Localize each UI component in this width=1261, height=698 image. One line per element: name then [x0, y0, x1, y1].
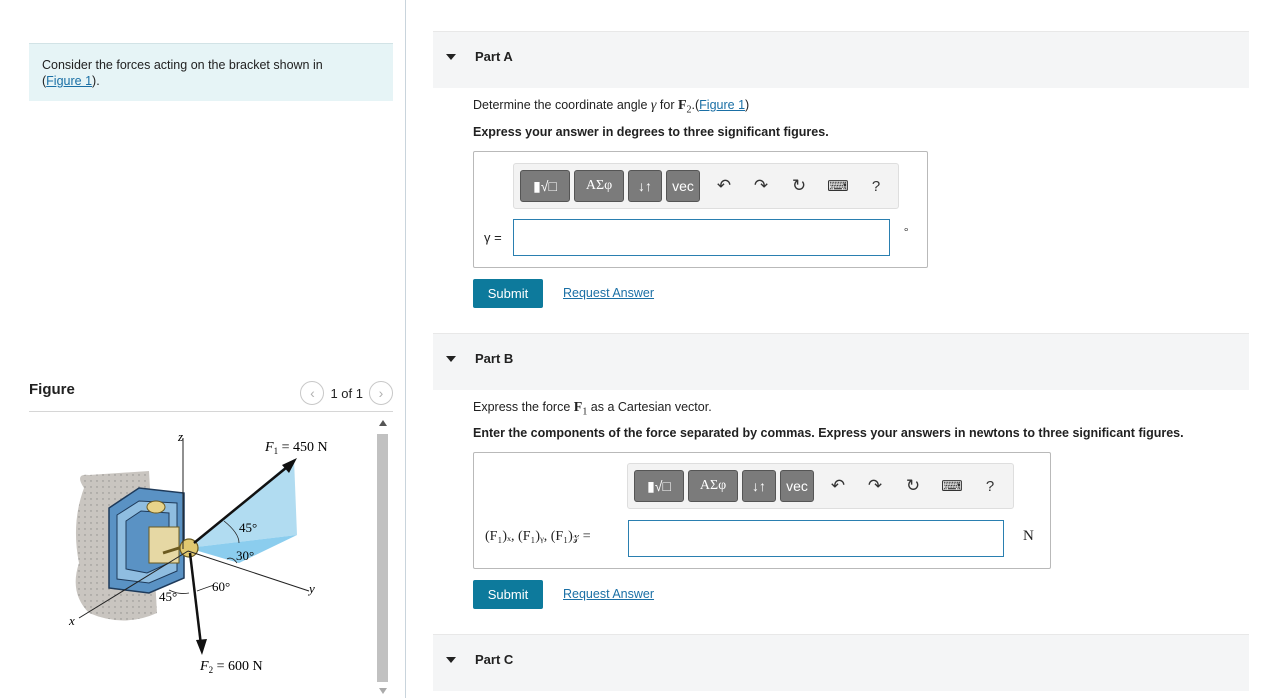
greek-icon: ΑΣφ [699, 478, 727, 493]
vec-icon: vec [672, 178, 694, 194]
angle-45-bottom-label: 45° [159, 589, 177, 604]
scroll-up-icon[interactable] [379, 420, 387, 426]
context-text: Consider the forces acting on the bracke… [42, 58, 323, 72]
collapse-triangle-icon[interactable] [446, 54, 456, 60]
part-b-question-post: as a Cartesian vector. [587, 400, 712, 414]
greek-icon: ΑΣφ [585, 178, 613, 193]
part-b-question-text: Express the force [473, 400, 574, 414]
chevron-left-icon: ‹ [310, 385, 315, 401]
keyboard-icon[interactable]: ⌨ [826, 174, 850, 198]
part-a-question-for: for [656, 98, 678, 112]
f2-label: F2 = 600 N [199, 659, 263, 675]
part-a-question: Determine the coordinate angle γ for F2.… [473, 98, 749, 116]
part-b-title: Part B [475, 351, 514, 366]
part-c-title: Part C [475, 652, 514, 667]
part-a-instruction: Express your answer in degrees to three … [473, 125, 829, 139]
figure-link[interactable]: Figure 1 [46, 74, 92, 88]
degree-unit: ° [904, 226, 909, 238]
bracket-diagram: z y x F1 = 450 N F2 = 600 N 45° 30° 60° … [68, 429, 328, 675]
figure-image: z y x F1 = 450 N F2 = 600 N 45° 30° 60° … [29, 413, 391, 698]
figure-header: Figure ‹ 1 of 1 › [29, 378, 393, 412]
vec-button[interactable]: vec [666, 170, 700, 202]
gamma-input-label: γ = [484, 230, 502, 245]
prev-figure-button[interactable]: ‹ [300, 381, 325, 405]
part-a-submit-button[interactable]: Submit [473, 279, 543, 308]
redo-icon[interactable]: ↷ [749, 174, 773, 198]
figure-title: Figure [29, 381, 75, 398]
help-icon[interactable]: ? [978, 474, 1002, 498]
figure-pager-label: 1 of 1 [330, 385, 363, 401]
angle-45-top-label: 45° [239, 520, 257, 535]
reset-icon[interactable]: ↻ [787, 174, 811, 198]
figure-scrollbar[interactable] [376, 416, 389, 698]
greek-button[interactable]: ΑΣφ [688, 470, 738, 502]
part-b-answer-box: ▮√□ ΑΣφ ↓↑ vec ↶ ↷ ↻ ⌨ ? (F₁)ₓ, (F₁)ᵧ, (… [473, 452, 1051, 569]
help-icon[interactable]: ? [864, 174, 888, 198]
problem-context: Consider the forces acting on the bracke… [29, 43, 393, 101]
angle-30-label: 30° [236, 548, 254, 563]
part-a-title: Part A [475, 49, 513, 64]
part-a-math-toolbar: ▮√□ ΑΣφ ↓↑ vec ↶ ↷ ↻ ⌨ ? [513, 163, 899, 209]
arrows-icon: ↓↑ [752, 478, 766, 494]
figure-pager: ‹ 1 of 1 › [300, 381, 393, 405]
f2-vector [188, 552, 203, 646]
part-b-instruction: Enter the components of the force separa… [473, 426, 1184, 440]
angle-60-label: 60° [212, 579, 230, 594]
arrows-button[interactable]: ↓↑ [742, 470, 776, 502]
force-symbol: F [677, 98, 687, 113]
templates-button[interactable]: ▮√□ [634, 470, 684, 502]
x-axis-label: x [68, 613, 75, 628]
next-figure-button[interactable]: › [369, 381, 393, 405]
collapse-triangle-icon[interactable] [446, 356, 456, 362]
collapse-triangle-icon[interactable] [446, 657, 456, 663]
templates-button[interactable]: ▮√□ [520, 170, 570, 202]
part-c-header[interactable]: Part C [433, 634, 1249, 691]
z-axis-label: z [177, 429, 183, 444]
context-link-close: ). [92, 74, 100, 88]
part-a-link-close: ) [745, 98, 750, 112]
part-a-request-answer-link[interactable]: Request Answer [563, 286, 654, 300]
f1-components-input[interactable] [628, 520, 1004, 557]
part-b-question: Express the force F1 as a Cartesian vect… [473, 400, 712, 418]
undo-icon[interactable]: ↶ [826, 474, 850, 498]
part-a-answer-box: ▮√□ ΑΣφ ↓↑ vec ↶ ↷ ↻ ⌨ ? γ = ° [473, 151, 928, 268]
scroll-thumb[interactable] [377, 434, 388, 682]
part-a-figure-link[interactable]: Figure 1 [699, 98, 745, 112]
part-b-math-toolbar: ▮√□ ΑΣφ ↓↑ vec ↶ ↷ ↻ ⌨ ? [627, 463, 1014, 509]
reset-icon[interactable]: ↻ [901, 474, 925, 498]
chevron-right-icon: › [378, 385, 384, 401]
keyboard-icon[interactable]: ⌨ [940, 474, 964, 498]
vec-button[interactable]: vec [780, 470, 814, 502]
part-b-request-answer-link[interactable]: Request Answer [563, 587, 654, 601]
arrows-icon: ↓↑ [638, 178, 652, 194]
part-b-header[interactable]: Part B [433, 333, 1249, 390]
part-a-header[interactable]: Part A [433, 31, 1249, 88]
f1-components-label: (F₁)ₓ, (F₁)ᵧ, (F₁)𝓏 = [485, 529, 591, 544]
gamma-input[interactable] [513, 219, 890, 256]
greek-button[interactable]: ΑΣφ [574, 170, 624, 202]
part-a-question-text: Determine the coordinate angle [473, 98, 651, 112]
y-axis-label: y [307, 581, 315, 596]
part-b-submit-button[interactable]: Submit [473, 580, 543, 609]
scroll-down-icon[interactable] [379, 688, 387, 694]
arrows-button[interactable]: ↓↑ [628, 170, 662, 202]
templates-icon: ▮√□ [533, 177, 557, 194]
vec-icon: vec [786, 478, 808, 494]
redo-icon[interactable]: ↷ [863, 474, 887, 498]
f1-label: F1 = 450 N [264, 440, 328, 456]
templates-icon: ▮√□ [647, 477, 671, 494]
undo-icon[interactable]: ↶ [712, 174, 736, 198]
left-pane: Consider the forces acting on the bracke… [0, 0, 406, 698]
newton-unit: N [1023, 528, 1034, 544]
